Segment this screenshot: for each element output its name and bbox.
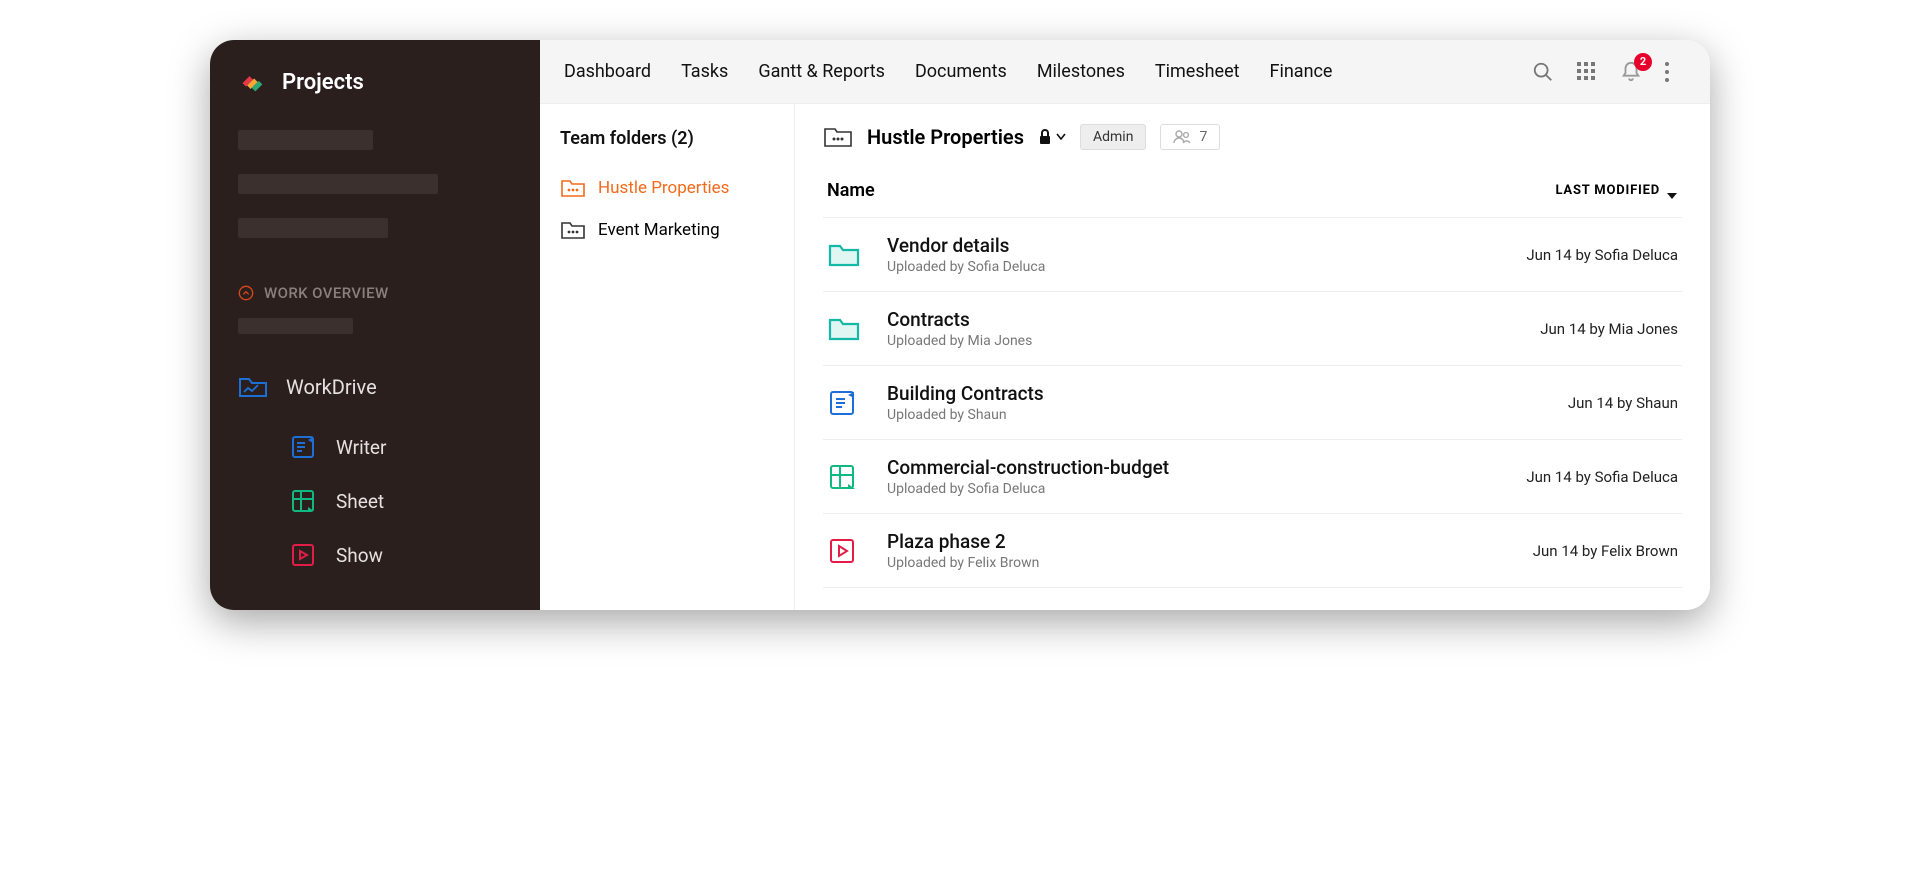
tab-finance[interactable]: Finance: [1270, 61, 1333, 82]
more-menu-icon[interactable]: [1664, 61, 1686, 83]
file-uploader: Uploaded by Mia Jones: [887, 333, 1520, 349]
sidebar-placeholder-group: [210, 120, 540, 248]
placeholder-line: [238, 174, 438, 194]
nav-label: Writer: [336, 436, 386, 459]
placeholder-line: [238, 130, 373, 150]
app-frame: Projects WORK OVERVIEW WorkDrive: [210, 40, 1710, 610]
notification-badge: 2: [1634, 53, 1652, 71]
team-folders-title: Team folders (2): [554, 128, 780, 167]
apps-grid-icon[interactable]: [1576, 61, 1598, 83]
file-uploader: Uploaded by Shaun: [887, 407, 1548, 423]
tab-tasks[interactable]: Tasks: [681, 61, 728, 82]
file-name: Commercial-construction-budget: [887, 456, 1506, 479]
file-uploader: Uploaded by Felix Brown: [887, 555, 1513, 571]
file-name: Building Contracts: [887, 382, 1548, 405]
placeholder-line: [238, 318, 353, 334]
lock-icon[interactable]: [1038, 129, 1066, 145]
folder-item-hustle-properties[interactable]: Hustle Properties: [554, 167, 780, 209]
file-list: Vendor details Uploaded by Sofia Deluca Ju…: [823, 218, 1682, 588]
nav-label: WorkDrive: [286, 375, 377, 399]
folder-item-event-marketing[interactable]: Event Marketing: [554, 209, 780, 251]
file-modified: Jun 14 by Mia Jones: [1540, 320, 1678, 338]
sheet-icon: [288, 488, 318, 514]
file-meta: Vendor details Uploaded by Sofia Deluca: [887, 234, 1506, 275]
file-type-icon: [827, 462, 867, 492]
file-type-icon: [827, 241, 867, 269]
sidebar: Projects WORK OVERVIEW WorkDrive: [210, 40, 540, 610]
tab-timesheet[interactable]: Timesheet: [1155, 61, 1240, 82]
file-meta: Contracts Uploaded by Mia Jones: [887, 308, 1520, 349]
file-row[interactable]: Plaza phase 2 Uploaded by Felix Brown Jun …: [823, 514, 1682, 588]
topbar-actions: 2: [1532, 61, 1686, 83]
topbar: Dashboard Tasks Gantt & Reports Document…: [540, 40, 1710, 104]
sidebar-item-writer[interactable]: Writer: [210, 420, 540, 474]
file-row[interactable]: Building Contracts Uploaded by Shaun Jun 1…: [823, 366, 1682, 440]
tab-milestones[interactable]: Milestones: [1037, 61, 1125, 82]
chevron-down-icon: [1056, 133, 1066, 141]
sidebar-item-sheet[interactable]: Sheet: [210, 474, 540, 528]
file-uploader: Uploaded by Sofia Deluca: [887, 259, 1506, 275]
file-meta: Building Contracts Uploaded by Shaun: [887, 382, 1548, 423]
brand-title: Projects: [282, 70, 364, 95]
column-modified-label: LAST MODIFIED: [1555, 183, 1660, 198]
column-headers: Name LAST MODIFIED: [823, 168, 1682, 218]
file-type-icon: [827, 536, 867, 566]
topbar-tabs: Dashboard Tasks Gantt & Reports Document…: [564, 61, 1504, 82]
role-chip[interactable]: Admin: [1080, 124, 1146, 150]
file-meta: Commercial-construction-budget Uploaded b…: [887, 456, 1506, 497]
files-header: Hustle Properties Admin 7: [823, 124, 1682, 168]
brand-logo-icon: [238, 68, 268, 96]
tab-dashboard[interactable]: Dashboard: [564, 61, 651, 82]
file-name: Contracts: [887, 308, 1520, 331]
column-name[interactable]: Name: [827, 180, 875, 201]
file-uploader: Uploaded by Sofia Deluca: [887, 481, 1506, 497]
sort-desc-icon: [1666, 183, 1678, 199]
people-icon: [1173, 130, 1191, 144]
team-folder-icon: [560, 219, 586, 241]
show-icon: [288, 542, 318, 568]
search-icon[interactable]: [1532, 61, 1554, 83]
members-count: 7: [1199, 129, 1207, 145]
placeholder-line: [238, 218, 388, 238]
nav-label: Show: [336, 544, 383, 567]
file-modified: Jun 14 by Sofia Deluca: [1526, 246, 1678, 264]
column-last-modified[interactable]: LAST MODIFIED: [1555, 180, 1678, 201]
file-modified: Jun 14 by Felix Brown: [1533, 542, 1678, 560]
tab-documents[interactable]: Documents: [915, 61, 1007, 82]
tab-gantt[interactable]: Gantt & Reports: [758, 61, 885, 82]
current-folder-title: Hustle Properties: [867, 125, 1024, 149]
sidebar-item-show[interactable]: Show: [210, 528, 540, 582]
file-row[interactable]: Contracts Uploaded by Mia Jones Jun 14 by …: [823, 292, 1682, 366]
file-meta: Plaza phase 2 Uploaded by Felix Brown: [887, 530, 1513, 571]
file-row[interactable]: Vendor details Uploaded by Sofia Deluca Ju…: [823, 218, 1682, 292]
file-row[interactable]: Commercial-construction-budget Uploaded b…: [823, 440, 1682, 514]
file-type-icon: [827, 315, 867, 343]
sidebar-section-work-overview[interactable]: WORK OVERVIEW: [210, 248, 540, 308]
writer-icon: [288, 434, 318, 460]
folder-label: Hustle Properties: [598, 178, 729, 198]
chevron-up-icon: [238, 285, 254, 301]
team-folders-pane: Team folders (2) Hustle Properties Event…: [540, 104, 795, 610]
file-name: Vendor details: [887, 234, 1506, 257]
section-label-text: WORK OVERVIEW: [264, 284, 389, 302]
members-chip[interactable]: 7: [1160, 124, 1220, 150]
workdrive-icon: [238, 374, 268, 400]
nav-label: Sheet: [336, 490, 384, 513]
content-area: Team folders (2) Hustle Properties Event…: [540, 104, 1710, 610]
team-folder-icon: [560, 177, 586, 199]
files-pane: Hustle Properties Admin 7 Name LAST MODI…: [795, 104, 1710, 610]
file-modified: Jun 14 by Shaun: [1568, 394, 1678, 412]
sidebar-item-workdrive[interactable]: WorkDrive: [210, 360, 540, 414]
folder-label: Event Marketing: [598, 220, 720, 240]
brand: Projects: [210, 68, 540, 120]
notifications-icon[interactable]: 2: [1620, 61, 1642, 83]
team-folder-icon: [823, 124, 853, 150]
file-name: Plaza phase 2: [887, 530, 1513, 553]
file-type-icon: [827, 388, 867, 418]
main-area: Dashboard Tasks Gantt & Reports Document…: [540, 40, 1710, 610]
file-modified: Jun 14 by Sofia Deluca: [1526, 468, 1678, 486]
